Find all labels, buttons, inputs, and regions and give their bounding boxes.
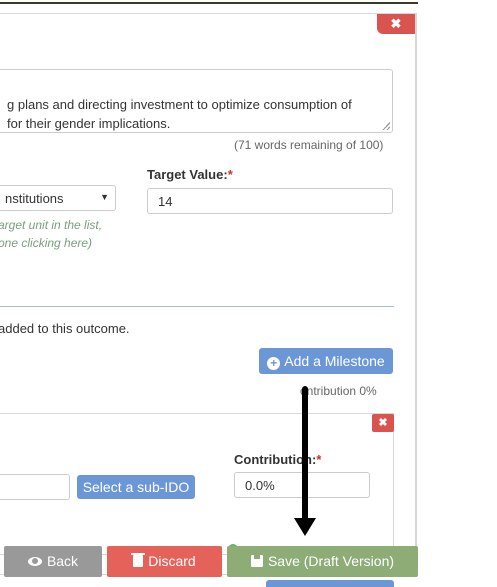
select-sub-ido-button[interactable]: Select a sub-IDO xyxy=(77,475,195,499)
remove-sub-ido-button[interactable]: ✖ xyxy=(372,414,394,432)
add-milestone-button[interactable]: + Add a Milestone xyxy=(259,348,393,374)
top-border-line xyxy=(0,2,418,4)
eye-icon xyxy=(27,557,42,566)
target-value-input[interactable]: 14 xyxy=(147,188,393,214)
target-value-label: Target Value:* xyxy=(147,167,233,182)
footer-action-bar: Back Discard Save (Draft Version) xyxy=(0,546,418,578)
partial-blue-button[interactable] xyxy=(266,580,394,587)
required-mark: * xyxy=(316,452,322,467)
target-unit-select[interactable]: nstitutions ▼ xyxy=(0,185,116,211)
plus-circle-icon: + xyxy=(267,357,281,370)
outcome-description-textarea[interactable]: g plans and directing investment to opti… xyxy=(0,69,393,133)
sub-ido-field[interactable] xyxy=(0,474,70,500)
contribution-label: Contribution:* xyxy=(234,452,322,467)
remove-outcome-button[interactable]: ✖ xyxy=(377,14,415,34)
trash-icon xyxy=(131,553,146,567)
floppy-disk-icon xyxy=(250,555,263,567)
required-mark: * xyxy=(227,167,233,182)
annotation-arrow-shaft xyxy=(302,386,308,522)
target-unit-value: nstitutions xyxy=(5,191,64,206)
save-label: Save (Draft Version) xyxy=(267,553,395,569)
contribution-total: ontribution 0% xyxy=(300,384,377,398)
annotation-arrow-head xyxy=(294,518,316,536)
resize-grip-icon[interactable] xyxy=(382,122,390,130)
back-label: Back xyxy=(46,553,79,569)
section-divider xyxy=(0,306,394,307)
back-button[interactable]: Back xyxy=(4,546,102,577)
discard-button[interactable]: Discard xyxy=(107,546,222,577)
save-draft-button[interactable]: Save (Draft Version) xyxy=(227,546,418,577)
chevron-down-icon: ▼ xyxy=(100,192,109,202)
target-unit-hint-link[interactable]: arget unit in the list, one clicking her… xyxy=(0,216,102,252)
no-milestones-text: added to this outcome. xyxy=(0,321,130,336)
discard-label: Discard xyxy=(148,553,196,569)
words-remaining: (71 words remaining of 100) xyxy=(234,138,384,152)
outcome-description-text: g plans and directing investment to opti… xyxy=(7,97,352,131)
card-right-edge xyxy=(416,13,417,573)
